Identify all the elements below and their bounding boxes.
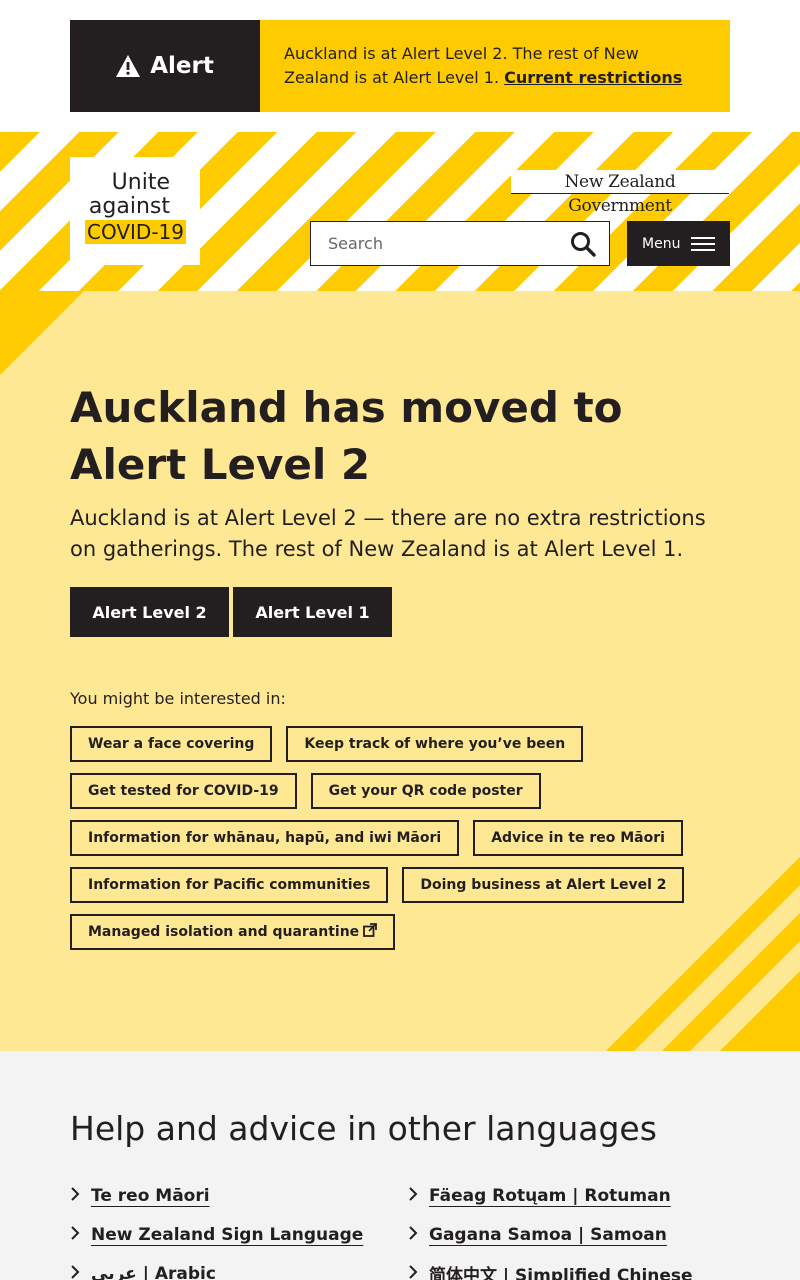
logo-line-1: Unite [111,170,170,195]
lang-link-label: Fäeag Rotųam | Rotuman [429,1185,671,1206]
site-header: Unite against COVID-19 New Zealand Gover… [0,132,800,291]
chip-doing-business[interactable]: Doing business at Alert Level 2 [402,867,685,903]
search-box [310,221,610,266]
logo-line-3: COVID-19 [84,220,186,244]
search-icon [571,231,596,257]
chip-keep-track[interactable]: Keep track of where you’ve been [286,726,584,762]
chip-pacific[interactable]: Information for Pacific communities [70,867,389,903]
chip-qr-poster[interactable]: Get your QR code poster [310,773,541,809]
chip-managed-isolation-label: Managed isolation and quarantine [88,924,360,940]
logo-line-2: against [88,194,170,219]
menu-button[interactable]: Menu [627,221,730,266]
languages-list-right: Fäeag Rotųam | Rotuman Gagana Samoa | Sa… [408,1176,693,1280]
chip-info-maori[interactable]: Information for whānau, hapū, and iwi Mā… [70,820,460,856]
lang-link-samoan[interactable]: Gagana Samoa | Samoan [408,1215,693,1254]
search-button[interactable] [557,222,609,265]
warning-icon [116,55,141,77]
alert-level-buttons: Alert Level 2 Alert Level 1 [70,587,392,637]
chevron-right-icon [408,1186,429,1206]
hamburger-icon [691,236,715,251]
external-link-icon [363,923,378,941]
lang-link-label: عربي | Arabic [91,1263,216,1280]
chevron-right-icon [408,1264,429,1280]
alert-banner: Alert Auckland is at Alert Level 2. The … [70,20,730,112]
chevron-right-icon [70,1186,91,1206]
chevron-right-icon [408,1225,429,1245]
hero-section: Auckland has moved to Alert Level 2 Auck… [0,291,800,1051]
lang-link-arabic[interactable]: عربي | Arabic [70,1254,363,1280]
chip-get-tested[interactable]: Get tested for COVID-19 [70,773,297,809]
chip-face-covering[interactable]: Wear a face covering [70,726,273,762]
lang-link-chinese[interactable]: 简体中文 | Simplified Chinese [408,1254,693,1280]
quick-links: Wear a face covering Keep track of where… [70,726,750,961]
search-input[interactable] [311,222,557,265]
languages-heading: Help and advice in other languages [70,1109,657,1148]
alert-message: Auckland is at Alert Level 2. The rest o… [260,20,730,112]
chip-managed-isolation[interactable]: Managed isolation and quarantine [70,914,396,950]
interest-label: You might be interested in: [70,689,286,708]
languages-list-left: Te reo Māori New Zealand Sign Language ع… [70,1176,363,1280]
nz-government-logo[interactable]: New Zealand Government [511,170,729,216]
page-subtitle: Auckland is at Alert Level 2 — there are… [70,506,706,561]
languages-section: Help and advice in other languages Te re… [0,1051,800,1280]
page-title: Auckland has moved to Alert Level 2 [70,383,623,489]
chevron-right-icon [70,1264,91,1280]
lang-link-label: Te reo Māori [91,1185,210,1206]
menu-label: Menu [642,235,681,252]
alert-level-1-button[interactable]: Alert Level 1 [233,587,392,637]
chevron-right-icon [70,1225,91,1245]
current-restrictions-link[interactable]: Current restrictions [504,68,682,87]
chip-te-reo-advice[interactable]: Advice in te reo Māori [473,820,683,856]
lang-link-nzsl[interactable]: New Zealand Sign Language [70,1215,363,1254]
alert-level-2-button[interactable]: Alert Level 2 [70,587,229,637]
lang-link-rotuman[interactable]: Fäeag Rotųam | Rotuman [408,1176,693,1215]
lang-link-label: Gagana Samoa | Samoan [429,1224,667,1245]
lang-link-label: 简体中文 | Simplified Chinese [429,1266,693,1280]
alert-label: Alert [150,53,214,79]
lang-link-te-reo[interactable]: Te reo Māori [70,1176,363,1215]
lang-link-label: New Zealand Sign Language [91,1224,364,1245]
unite-against-covid-logo[interactable]: Unite against COVID-19 [70,157,200,265]
alert-label-box: Alert [70,20,260,112]
